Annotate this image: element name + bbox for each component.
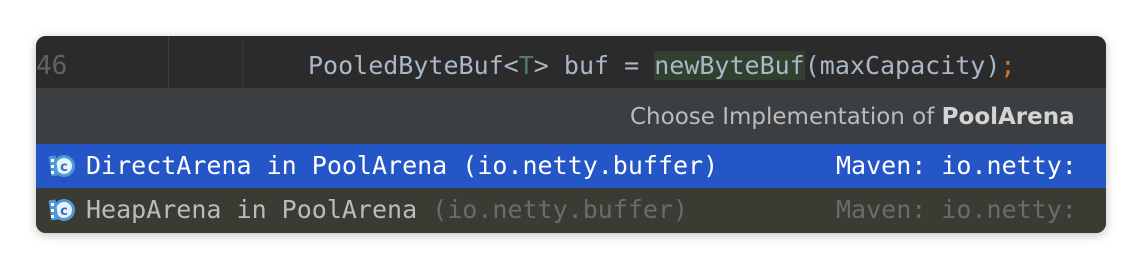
code-line[interactable]: PooledByteBuf<T> buf = newByteBuf(maxCap… bbox=[308, 50, 1015, 82]
popup-title-class: PoolArena bbox=[941, 104, 1075, 130]
popup-title-prefix: Choose Implementation of bbox=[630, 104, 942, 130]
implementation-item-heap-arena[interactable]: c HeapArena in PoolArena (io.netty.buffe… bbox=[36, 188, 1106, 233]
class-icon: c bbox=[48, 155, 75, 177]
code-method-call[interactable]: newByteBuf bbox=[654, 51, 805, 80]
implementation-popup-header: Choose Implementation of PoolArena bbox=[36, 88, 1106, 144]
item-source: Maven: io.netty: bbox=[836, 195, 1077, 224]
item-label: DirectArena in PoolArena (io.netty.buffe… bbox=[86, 151, 719, 180]
code-semicolon: ; bbox=[1000, 51, 1016, 80]
code-type-name: PooledByteBuf bbox=[308, 51, 504, 80]
line-number: 46 bbox=[36, 51, 68, 81]
indent-guide bbox=[242, 36, 243, 88]
code-generic-open: < bbox=[503, 51, 519, 80]
code-generic-param: T bbox=[518, 51, 534, 80]
item-label: HeapArena in PoolArena (io.netty.buffer) bbox=[86, 195, 689, 224]
code-variable: buf = bbox=[548, 51, 655, 80]
gutter-separator bbox=[168, 36, 169, 88]
code-generic-close: > bbox=[533, 51, 549, 80]
svg-text:c: c bbox=[60, 204, 68, 219]
code-arguments: (maxCapacity) bbox=[804, 51, 1001, 80]
svg-text:c: c bbox=[60, 160, 68, 175]
code-editor[interactable]: 46 PooledByteBuf<T> buf = newByteBuf(max… bbox=[36, 36, 1106, 88]
implementation-item-direct-arena[interactable]: c DirectArena in PoolArena (io.netty.buf… bbox=[36, 144, 1106, 188]
popup-title: Choose Implementation of PoolArena bbox=[630, 102, 1075, 132]
ide-window: 46 PooledByteBuf<T> buf = newByteBuf(max… bbox=[36, 36, 1106, 233]
class-icon: c bbox=[48, 199, 75, 221]
item-source: Maven: io.netty: bbox=[836, 151, 1077, 180]
